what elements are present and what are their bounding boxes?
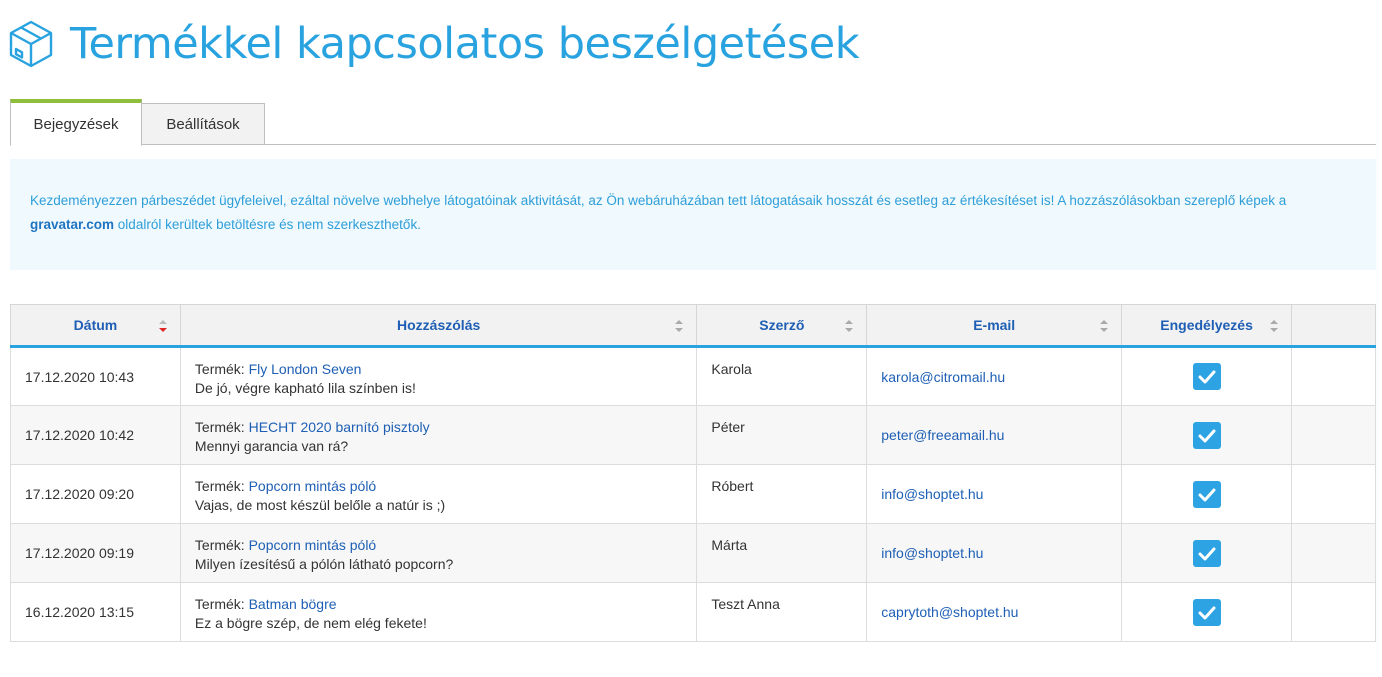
table-header-row: Dátum Hozzászólás Szerző E-mail Engedély… — [10, 304, 1376, 348]
product-prefix: Termék: — [194, 537, 245, 553]
cell-actions — [1291, 346, 1376, 406]
checkmark-icon — [1198, 488, 1216, 501]
tab-settings[interactable]: Beállítások — [141, 103, 265, 145]
comments-table: Dátum Hozzászólás Szerző E-mail Engedély… — [10, 304, 1376, 642]
table-row: 17.12.2020 10:42 Termék: HECHT 2020 barn… — [10, 405, 1376, 465]
cell-date: 17.12.2020 10:42 — [10, 405, 181, 465]
checkmark-icon — [1198, 429, 1216, 442]
column-header-label: Hozzászólás — [397, 317, 481, 333]
table-row: 16.12.2020 13:15 Termék: Batman bögre Ez… — [10, 582, 1376, 642]
cell-date: 17.12.2020 09:19 — [10, 523, 181, 583]
tab-bar: Bejegyzések Beállítások — [10, 99, 1376, 146]
cell-author: Róbert — [696, 464, 868, 524]
cell-actions — [1291, 464, 1376, 524]
cell-email[interactable]: info@shoptet.hu — [866, 464, 1123, 524]
gravatar-link[interactable]: gravatar.com — [30, 217, 114, 232]
product-link[interactable]: Popcorn mintás póló — [249, 478, 377, 494]
product-prefix: Termék: — [194, 361, 245, 377]
table-row: 17.12.2020 09:20 Termék: Popcorn mintás … — [10, 464, 1376, 524]
approval-checkbox[interactable] — [1192, 598, 1221, 626]
cell-author: Karola — [696, 346, 868, 406]
column-header-author[interactable]: Szerző — [696, 304, 868, 348]
cell-author: Teszt Anna — [696, 582, 868, 642]
cell-date: 17.12.2020 09:20 — [10, 464, 181, 524]
cell-approval — [1121, 464, 1293, 524]
product-link[interactable]: Batman bögre — [249, 596, 337, 612]
column-header-actions — [1291, 304, 1376, 348]
cell-comment: Termék: Popcorn mintás póló Vajas, de mo… — [179, 464, 698, 524]
sort-icon — [1100, 320, 1109, 332]
column-header-label: E-mail — [973, 317, 1016, 333]
approval-checkbox[interactable] — [1192, 539, 1221, 567]
product-prefix: Termék: — [194, 596, 245, 612]
product-prefix: Termék: — [194, 478, 245, 494]
column-header-approval[interactable]: Engedélyezés — [1121, 304, 1293, 348]
box-icon — [9, 20, 53, 68]
product-prefix: Termék: — [194, 419, 245, 435]
cell-approval — [1121, 405, 1293, 465]
cell-email[interactable]: caprytoth@shoptet.hu — [866, 582, 1123, 642]
approval-checkbox[interactable] — [1192, 363, 1221, 390]
cell-date: 16.12.2020 13:15 — [10, 582, 181, 642]
sort-icon — [1270, 320, 1279, 332]
column-header-date[interactable]: Dátum — [10, 304, 181, 348]
checkmark-icon — [1198, 547, 1216, 560]
table-row: 17.12.2020 10:43 Termék: Fly London Seve… — [10, 346, 1376, 406]
cell-approval — [1121, 346, 1293, 406]
column-header-comment[interactable]: Hozzászólás — [179, 304, 698, 348]
column-header-label: Engedélyezés — [1160, 317, 1253, 333]
sort-desc-icon — [158, 320, 167, 332]
product-link[interactable]: HECHT 2020 barnító pisztoly — [249, 419, 430, 435]
cell-comment: Termék: HECHT 2020 barnító pisztoly Menn… — [179, 405, 698, 465]
sort-icon — [675, 320, 684, 332]
comment-text: Mennyi garancia van rá? — [194, 438, 349, 454]
cell-actions — [1291, 582, 1376, 642]
comment-text: Vajas, de most készül belőle a natúr is … — [194, 497, 446, 513]
comment-text: De jó, végre kapható lila színben is! — [194, 380, 416, 396]
cell-approval — [1121, 523, 1293, 583]
cell-actions — [1291, 523, 1376, 583]
cell-comment: Termék: Batman bögre Ez a bögre szép, de… — [179, 582, 698, 642]
cell-comment: Termék: Fly London Seven De jó, végre ka… — [179, 346, 698, 406]
cell-email[interactable]: karola@citromail.hu — [866, 346, 1123, 406]
product-link[interactable]: Fly London Seven — [249, 361, 362, 377]
checkmark-icon — [1198, 370, 1216, 384]
approval-checkbox[interactable] — [1192, 480, 1221, 508]
column-header-label: Dátum — [73, 317, 118, 333]
cell-author: Márta — [696, 523, 868, 583]
cell-email[interactable]: peter@freeamail.hu — [866, 405, 1123, 465]
tab-entries[interactable]: Bejegyzések — [10, 99, 142, 146]
approval-checkbox[interactable] — [1192, 421, 1221, 449]
cell-approval — [1121, 582, 1293, 642]
sort-icon — [845, 320, 854, 332]
page-header: Termékkel kapcsolatos beszélgetések — [8, 14, 860, 74]
product-link[interactable]: Popcorn mintás póló — [249, 537, 377, 553]
cell-actions — [1291, 405, 1376, 465]
cell-date: 17.12.2020 10:43 — [10, 346, 181, 406]
info-text: Kezdeményezzen párbeszédet ügyfeleivel, … — [30, 193, 1287, 208]
cell-email[interactable]: info@shoptet.hu — [866, 523, 1123, 583]
column-header-email[interactable]: E-mail — [866, 304, 1123, 348]
comment-text: Milyen ízesítésű a pólón látható popcorn… — [194, 556, 454, 572]
comment-text: Ez a bögre szép, de nem elég fekete! — [194, 615, 427, 631]
info-text-end: oldalról kerültek betöltésre és nem szer… — [114, 217, 421, 232]
checkmark-icon — [1198, 606, 1216, 619]
cell-author: Péter — [696, 405, 868, 465]
table-row: 17.12.2020 09:19 Termék: Popcorn mintás … — [10, 523, 1376, 583]
info-box: Kezdeményezzen párbeszédet ügyfeleivel, … — [10, 159, 1376, 270]
column-header-label: Szerző — [759, 317, 805, 333]
page-title: Termékkel kapcsolatos beszélgetések — [70, 19, 860, 69]
cell-comment: Termék: Popcorn mintás póló Milyen ízesí… — [179, 523, 698, 583]
